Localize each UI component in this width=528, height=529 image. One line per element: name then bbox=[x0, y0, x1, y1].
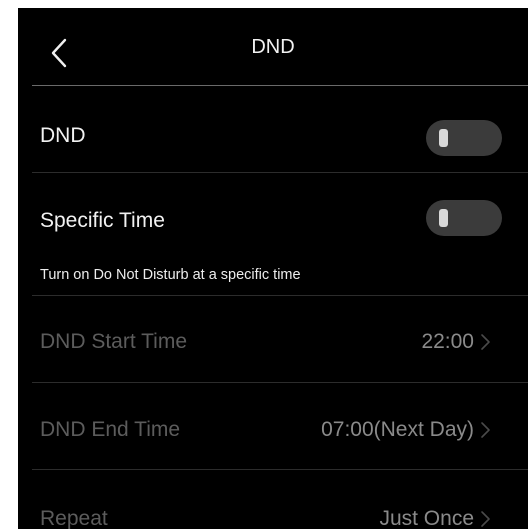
specific-time-label: Specific Time bbox=[40, 209, 165, 232]
chevron-right-icon bbox=[481, 422, 490, 438]
end-time-row[interactable]: DND End Time 07:00(Next Day) bbox=[18, 383, 528, 469]
start-time-row[interactable]: DND Start Time 22:00 bbox=[18, 296, 528, 382]
repeat-row[interactable]: Repeat Just Once bbox=[18, 470, 528, 529]
header: DND bbox=[18, 8, 528, 85]
dnd-settings-screen: DND DND Specific Time Turn on Do Not Dis… bbox=[18, 8, 528, 529]
toggle-knob bbox=[439, 129, 448, 147]
end-time-label: DND End Time bbox=[40, 418, 181, 441]
start-time-label: DND Start Time bbox=[40, 330, 188, 353]
chevron-right-icon bbox=[481, 334, 490, 350]
specific-time-hint: Turn on Do Not Disturb at a specific tim… bbox=[40, 267, 301, 283]
chevron-right-icon bbox=[481, 511, 490, 527]
specific-time-toggle[interactable] bbox=[426, 200, 502, 236]
start-time-value: 22:00 bbox=[421, 330, 474, 353]
repeat-value: Just Once bbox=[379, 507, 474, 529]
dnd-row: DND bbox=[18, 86, 528, 172]
repeat-label: Repeat bbox=[40, 507, 108, 529]
end-time-value: 07:00(Next Day) bbox=[321, 418, 474, 441]
dnd-label: DND bbox=[40, 124, 86, 147]
toggle-knob bbox=[439, 209, 448, 227]
page-title: DND bbox=[251, 36, 295, 58]
dnd-toggle[interactable] bbox=[426, 120, 502, 156]
